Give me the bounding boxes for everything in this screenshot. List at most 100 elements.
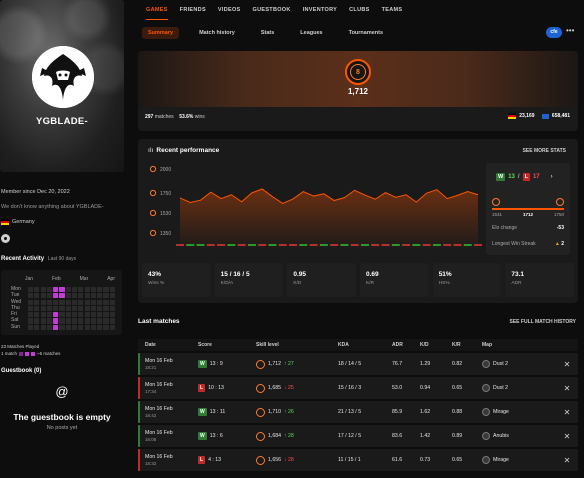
heatmap-cell[interactable]	[53, 299, 59, 305]
heatmap-cell[interactable]	[90, 287, 96, 293]
heatmap-cell[interactable]	[84, 324, 90, 330]
heatmap-cell[interactable]	[97, 312, 103, 318]
heatmap-cell[interactable]	[28, 293, 34, 299]
heatmap-cell[interactable]	[109, 299, 115, 305]
heatmap-cell[interactable]	[53, 305, 59, 312]
heatmap-cell[interactable]	[65, 312, 71, 318]
heatmap-cell[interactable]	[34, 318, 40, 324]
heatmap-cell[interactable]	[53, 287, 59, 293]
close-icon[interactable]: ✕	[556, 360, 578, 369]
heatmap-cell[interactable]	[90, 293, 96, 299]
heatmap-cell[interactable]	[78, 305, 84, 312]
heatmap-cell[interactable]	[103, 324, 109, 330]
heatmap-cell[interactable]	[71, 324, 78, 330]
heatmap-cell[interactable]	[59, 324, 65, 330]
heatmap-cell[interactable]	[65, 324, 71, 330]
close-icon[interactable]: ✕	[556, 384, 578, 393]
heatmap-cell[interactable]	[78, 318, 84, 324]
heatmap-cell[interactable]	[65, 305, 71, 312]
heatmap-cell[interactable]	[78, 287, 84, 293]
heatmap-cell[interactable]	[65, 287, 71, 293]
heatmap-cell[interactable]	[46, 324, 53, 330]
heatmap-cell[interactable]	[28, 324, 34, 330]
table-row[interactable]: Mon 16 Feb 15:32 L 4 : 13 1,656 ↓ 28 11 / 15 /…	[138, 449, 578, 471]
heatmap-cell[interactable]	[34, 305, 40, 312]
heatmap-cell[interactable]	[28, 312, 34, 318]
heatmap-cell[interactable]	[84, 312, 90, 318]
heatmap-cell[interactable]	[40, 299, 46, 305]
see-full-history-link[interactable]: SEE FULL MATCH HISTORY	[510, 319, 576, 325]
see-more-stats-link[interactable]: SEE MORE STATS	[523, 148, 566, 154]
close-icon[interactable]: ✕	[556, 432, 578, 441]
heatmap-cell[interactable]	[59, 293, 65, 299]
heatmap-cell[interactable]	[78, 324, 84, 330]
region-rank[interactable]: 658,481	[552, 113, 570, 119]
heatmap-cell[interactable]	[65, 318, 71, 324]
heatmap-cell[interactable]	[103, 318, 109, 324]
heatmap-cell[interactable]	[109, 287, 115, 293]
heatmap-cell[interactable]	[90, 324, 96, 330]
heatmap-cell[interactable]	[40, 318, 46, 324]
heatmap-cell[interactable]	[65, 299, 71, 305]
heatmap-cell[interactable]	[34, 299, 40, 305]
heatmap-cell[interactable]	[40, 312, 46, 318]
nav-videos[interactable]: VIDEOS	[218, 7, 241, 13]
heatmap-cell[interactable]	[40, 287, 46, 293]
heatmap-cell[interactable]	[97, 305, 103, 312]
heatmap-cell[interactable]	[28, 287, 34, 293]
heatmap-cell[interactable]	[71, 305, 78, 312]
heatmap-cell[interactable]	[90, 305, 96, 312]
nav-games[interactable]: GAMES	[146, 7, 168, 20]
nav-inventory[interactable]: INVENTORY	[303, 7, 337, 13]
tab-stats[interactable]: Stats	[255, 27, 280, 39]
heatmap-cell[interactable]	[28, 305, 34, 312]
heatmap-cell[interactable]	[84, 293, 90, 299]
heatmap-cell[interactable]	[109, 312, 115, 318]
heatmap-cell[interactable]	[53, 312, 59, 318]
heatmap-cell[interactable]	[97, 287, 103, 293]
heatmap-cell[interactable]	[103, 293, 109, 299]
chevron-right-icon[interactable]: ›	[551, 174, 553, 180]
close-icon[interactable]: ✕	[556, 408, 578, 417]
heatmap-cell[interactable]	[97, 324, 103, 330]
heatmap-cell[interactable]	[84, 318, 90, 324]
heatmap-cell[interactable]	[90, 312, 96, 318]
more-options-icon[interactable]: •••	[566, 26, 574, 35]
heatmap-cell[interactable]	[40, 324, 46, 330]
heatmap-cell[interactable]	[34, 312, 40, 318]
heatmap-cell[interactable]	[71, 299, 78, 305]
heatmap-cell[interactable]	[40, 293, 46, 299]
heatmap-cell[interactable]	[90, 299, 96, 305]
heatmap-cell[interactable]	[46, 299, 53, 305]
heatmap-cell[interactable]	[40, 305, 46, 312]
steam-icon[interactable]	[1, 234, 10, 243]
heatmap-cell[interactable]	[109, 324, 115, 330]
heatmap-cell[interactable]	[71, 293, 78, 299]
heatmap-cell[interactable]	[109, 318, 115, 324]
heatmap-cell[interactable]	[109, 305, 115, 312]
heatmap-cell[interactable]	[46, 318, 53, 324]
heatmap-cell[interactable]	[46, 312, 53, 318]
heatmap-cell[interactable]	[90, 318, 96, 324]
table-row[interactable]: Mon 16 Feb 16:42 W 13 : 11 1,710 ↑ 26 21 / 13 …	[138, 401, 578, 423]
nav-guestbook[interactable]: GUESTBOOK	[253, 7, 291, 13]
nav-teams[interactable]: TEAMS	[382, 7, 403, 13]
nav-friends[interactable]: FRIENDS	[180, 7, 206, 13]
table-row[interactable]: Mon 16 Feb 16:06 W 13 : 6 1,684 ↑ 28 17 / 12 /…	[138, 425, 578, 447]
nav-clubs[interactable]: CLUBS	[349, 7, 369, 13]
heatmap-cell[interactable]	[71, 318, 78, 324]
heatmap-cell[interactable]	[46, 293, 53, 299]
heatmap-cell[interactable]	[59, 305, 65, 312]
heatmap-cell[interactable]	[59, 312, 65, 318]
table-row[interactable]: Mon 16 Feb 18:21 W 13 : 9 1,712 ↑ 27 18 / 14 /…	[138, 353, 578, 375]
country-rank[interactable]: 23,169	[519, 113, 534, 119]
heatmap-cell[interactable]	[71, 287, 78, 293]
heatmap-cell[interactable]	[97, 299, 103, 305]
game-badge[interactable]: cfe	[546, 27, 562, 38]
heatmap-cell[interactable]	[53, 324, 59, 330]
heatmap-cell[interactable]	[78, 312, 84, 318]
heatmap-cell[interactable]	[28, 318, 34, 324]
heatmap-cell[interactable]	[28, 299, 34, 305]
heatmap-cell[interactable]	[34, 324, 40, 330]
avatar[interactable]	[32, 46, 94, 108]
